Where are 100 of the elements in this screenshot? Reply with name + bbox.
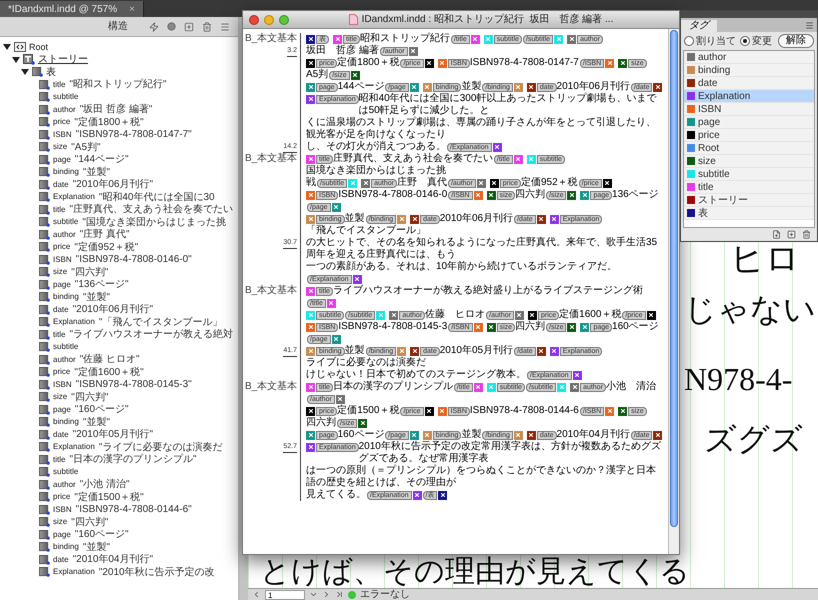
- element-icon: [39, 530, 50, 540]
- tag-list-item[interactable]: ISBN: [684, 103, 814, 116]
- tag-list-item[interactable]: date: [684, 77, 814, 90]
- preflight-status[interactable]: エラーなし: [360, 589, 410, 600]
- tag-list-item[interactable]: Root: [684, 142, 814, 155]
- tree-item-label[interactable]: author: [53, 478, 76, 491]
- tree-item-label[interactable]: page: [53, 278, 71, 291]
- tree-item-label[interactable]: page: [53, 154, 71, 166]
- tree-item-label[interactable]: binding: [53, 291, 79, 304]
- tree-item-label[interactable]: binding: [53, 166, 79, 178]
- tag-list-item[interactable]: title: [684, 181, 814, 194]
- radio-icon[interactable]: [684, 36, 694, 46]
- collapse-triangle-icon[interactable]: [12, 56, 20, 64]
- tree-item-label[interactable]: subtitle: [53, 91, 78, 104]
- tree-item-label[interactable]: ISBN: [53, 254, 72, 266]
- tree-item-label[interactable]: binding: [53, 541, 79, 554]
- tag-list-item[interactable]: ストーリー: [684, 194, 814, 207]
- story-text: 坂田 哲彦 編著: [306, 45, 379, 56]
- release-button[interactable]: 解除: [778, 34, 814, 48]
- tag-list-item[interactable]: size: [684, 155, 814, 168]
- load-tags-icon[interactable]: [787, 230, 796, 239]
- tree-item-label[interactable]: price: [53, 491, 70, 504]
- tag-list-item[interactable]: 表: [684, 207, 814, 220]
- element-icon: [39, 430, 50, 440]
- tree-item-label[interactable]: date: [53, 304, 69, 316]
- scrollbar[interactable]: [668, 29, 679, 554]
- panel-tab[interactable]: タグ: [681, 20, 717, 32]
- close-tab-button[interactable]: ×: [129, 2, 135, 16]
- tree-item-label[interactable]: size: [53, 141, 68, 154]
- tree-item-label[interactable]: Explanation: [53, 316, 95, 328]
- panel-menu-icon[interactable]: [220, 22, 230, 32]
- page-field[interactable]: 1: [265, 590, 305, 600]
- last-page-icon[interactable]: [335, 590, 344, 599]
- story-text: A5判: [306, 69, 328, 81]
- tree-item-label[interactable]: Explanation: [53, 191, 95, 204]
- tree-item-label[interactable]: size: [53, 266, 68, 278]
- tree-item-label[interactable]: price: [53, 116, 70, 128]
- tree-item-label[interactable]: title: [53, 78, 66, 91]
- tree-item-label[interactable]: price: [53, 366, 70, 378]
- collapse-triangle-icon[interactable]: [3, 43, 11, 52]
- panel-menu-icon[interactable]: [805, 21, 814, 30]
- document-tab[interactable]: *IDandxml.indd @ 757%: [8, 2, 118, 16]
- tree-item-label[interactable]: author: [53, 354, 76, 366]
- tree-item-label[interactable]: date: [53, 554, 69, 566]
- tree-item-label[interactable]: size: [53, 516, 68, 528]
- radio-option[interactable]: 割り当て: [684, 34, 736, 48]
- tree-item-label[interactable]: page: [53, 404, 71, 416]
- circle-icon[interactable]: [167, 22, 176, 31]
- tree-item-label[interactable]: size: [53, 391, 68, 404]
- tree-item-label[interactable]: date: [53, 178, 69, 191]
- tree-item-label[interactable]: title: [53, 454, 66, 466]
- tree-item-label[interactable]: author: [53, 104, 76, 116]
- element-icon: [39, 492, 50, 502]
- tree-item-value: "国境なき楽団からはじまった挑: [82, 216, 226, 228]
- scrollbar-thumb[interactable]: [670, 30, 678, 527]
- tree-item-label[interactable]: binding: [53, 416, 79, 428]
- tree-item-label[interactable]: ストーリー: [38, 52, 88, 68]
- tree-item-label[interactable]: title: [53, 328, 66, 341]
- add-element-icon[interactable]: [184, 22, 194, 32]
- tree-item-label[interactable]: subtitle: [53, 466, 78, 478]
- tree-item-label[interactable]: price: [53, 241, 70, 254]
- tree-item-label[interactable]: page: [53, 528, 71, 541]
- tree-item-label[interactable]: subtitle: [53, 341, 78, 354]
- tree-item-value: "定価952＋税": [74, 240, 138, 255]
- tree-item-label[interactable]: author: [53, 228, 76, 241]
- tag-list-item[interactable]: subtitle: [684, 168, 814, 181]
- radio-option[interactable]: 変更: [740, 34, 772, 48]
- tag-list-item[interactable]: author: [684, 51, 814, 64]
- delete-tag-icon[interactable]: [802, 230, 811, 239]
- tag-list-item[interactable]: price: [684, 129, 814, 142]
- tree-item-label[interactable]: ISBN: [53, 378, 72, 391]
- tree-item-label[interactable]: Explanation: [53, 566, 95, 578]
- collapse-triangle-icon[interactable]: [21, 68, 29, 76]
- zoom-window-button[interactable]: [279, 14, 289, 24]
- tree-item-label[interactable]: title: [53, 204, 66, 216]
- previous-page-icon[interactable]: [252, 590, 261, 599]
- tag-list-item[interactable]: page: [684, 116, 814, 129]
- close-window-button[interactable]: [249, 14, 259, 24]
- tree-item-label[interactable]: ISBN: [53, 504, 72, 516]
- tree-item-label[interactable]: 表: [46, 64, 56, 80]
- tag-list-item[interactable]: binding: [684, 64, 814, 77]
- story-text: 昭和ストリップ紀行: [360, 33, 450, 44]
- tree-item-value: "定価1600＋税": [74, 366, 144, 380]
- tree-item-label[interactable]: Explanation: [53, 441, 95, 454]
- new-tag-icon[interactable]: [772, 230, 781, 239]
- next-page-icon[interactable]: [322, 590, 331, 599]
- tree-item-label[interactable]: ISBN: [53, 128, 72, 141]
- tree-item-label[interactable]: Root: [29, 40, 48, 54]
- tree-item-value: "四六判": [71, 390, 108, 405]
- tree-item-value: "ISBN978-4-7808-0147-7": [76, 128, 192, 142]
- tree-item-label[interactable]: subtitle: [53, 216, 78, 228]
- element-icon: [39, 542, 50, 552]
- story-text: 136ページ: [612, 189, 659, 201]
- radio-icon[interactable]: [740, 36, 750, 46]
- tree-item-value: "昭和40年代には全国に30: [98, 190, 215, 204]
- lightning-icon[interactable]: [149, 22, 159, 32]
- delete-icon[interactable]: [202, 22, 212, 32]
- element-icon: [39, 392, 50, 402]
- tag-list-item[interactable]: Explanation: [684, 90, 814, 103]
- tree-item-label[interactable]: date: [53, 428, 69, 441]
